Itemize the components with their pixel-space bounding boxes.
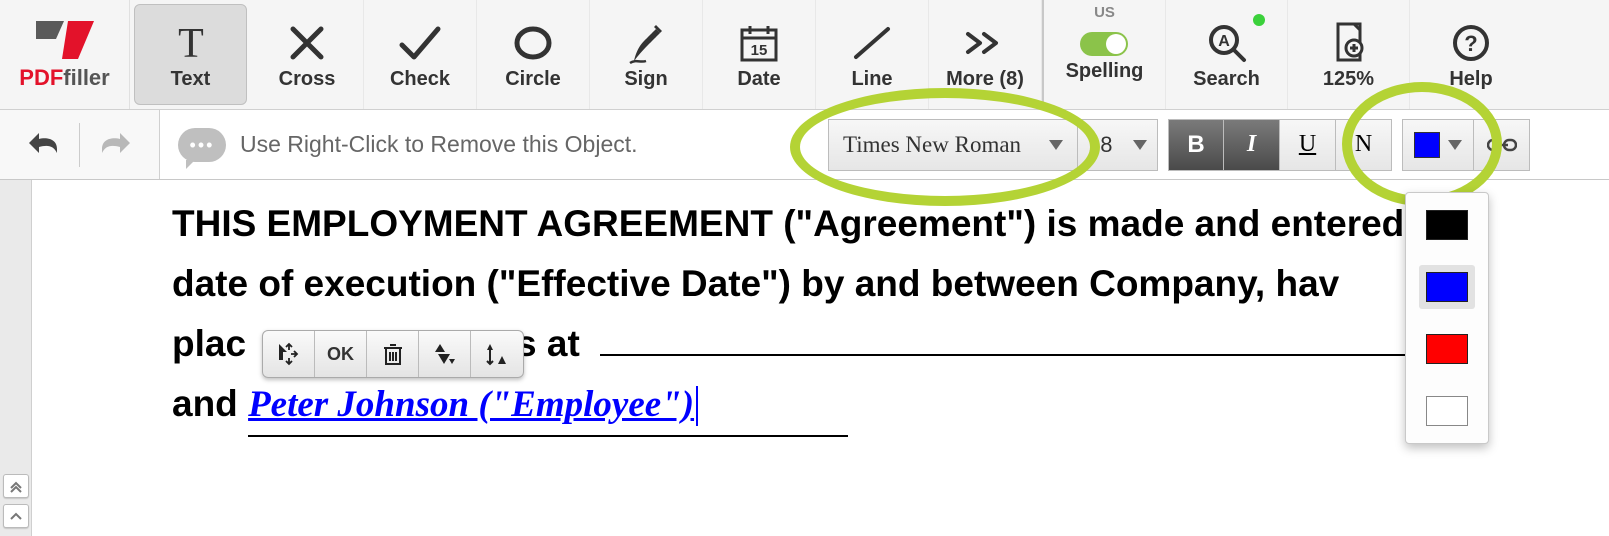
font-family-select[interactable]: Times New Roman: [828, 119, 1078, 171]
svg-text:15: 15: [751, 42, 768, 59]
main-toolbar: PDFfiller T Text Cross Check Circle Sign: [0, 0, 1609, 110]
style-group: B I U N: [1168, 110, 1392, 179]
employee-field-text: Peter Johnson ("Employee"): [248, 384, 694, 425]
tool-cross[interactable]: Cross: [251, 0, 364, 109]
hint-message: ••• Use Right-Click to Remove this Objec…: [160, 128, 820, 162]
font-size-select[interactable]: 18: [1078, 119, 1158, 171]
font-size-value: 18: [1088, 132, 1112, 158]
color-option-black[interactable]: [1419, 203, 1475, 247]
notification-dot-icon: [1253, 14, 1265, 26]
bold-button[interactable]: B: [1168, 119, 1224, 171]
decrease-size-icon: [484, 342, 510, 366]
color-picker-popup: [1405, 192, 1489, 444]
tool-zoom[interactable]: 125%: [1288, 0, 1410, 109]
tool-more-label: More (8): [946, 68, 1024, 91]
tool-help-label: Help: [1449, 68, 1492, 91]
move-arrows-icon: [277, 342, 301, 366]
text-color-button[interactable]: [1402, 119, 1474, 171]
tool-more[interactable]: More (8): [929, 0, 1042, 109]
separator: [79, 123, 80, 167]
tool-text[interactable]: T Text: [134, 4, 247, 105]
redo-button[interactable]: [98, 131, 132, 159]
date-icon: 15: [738, 18, 780, 68]
format-toolbar: ••• Use Right-Click to Remove this Objec…: [0, 110, 1609, 180]
more-icon: [962, 18, 1008, 68]
ok-button[interactable]: OK: [315, 331, 367, 377]
tool-date-label: Date: [737, 68, 780, 91]
text-cursor-icon: [696, 386, 698, 426]
color-option-white[interactable]: [1419, 389, 1475, 433]
undo-redo-group: [0, 110, 160, 179]
svg-text:?: ?: [1464, 31, 1477, 56]
tool-spelling[interactable]: US Spelling: [1044, 0, 1166, 109]
doc-line-4: and Peter Johnson ("Employee"): [172, 374, 1609, 437]
link-button[interactable]: [1474, 119, 1530, 171]
move-handle-button[interactable]: [263, 331, 315, 377]
tool-text-label: Text: [171, 68, 211, 91]
underline-button[interactable]: U: [1280, 119, 1336, 171]
dropdown-icon: [1448, 140, 1462, 150]
color-option-red[interactable]: [1419, 327, 1475, 371]
tool-circle[interactable]: Circle: [477, 0, 590, 109]
tool-zoom-label: 125%: [1323, 68, 1374, 91]
toggle-icon: [1080, 26, 1128, 60]
object-edit-toolbar: OK: [262, 330, 524, 378]
trash-icon: [382, 342, 404, 366]
dropdown-icon: [1049, 140, 1063, 150]
tool-search[interactable]: A Search: [1166, 0, 1288, 109]
font-family-value: Times New Roman: [843, 132, 1021, 158]
svg-text:T: T: [178, 21, 204, 65]
tool-line[interactable]: Line: [816, 0, 929, 109]
tool-cross-label: Cross: [279, 68, 336, 91]
tool-circle-label: Circle: [505, 68, 561, 91]
doc-line-1: THIS EMPLOYMENT AGREEMENT ("Agreement") …: [172, 194, 1609, 254]
spelling-lang-tag: US: [1094, 4, 1115, 21]
tool-date[interactable]: 15 Date: [703, 0, 816, 109]
left-margin: [32, 180, 172, 536]
decrease-size-button[interactable]: [471, 331, 523, 377]
italic-button[interactable]: I: [1224, 119, 1280, 171]
color-link-group: [1402, 110, 1530, 179]
employee-field[interactable]: Peter Johnson ("Employee"): [248, 374, 848, 437]
tool-help[interactable]: ? Help: [1410, 0, 1532, 109]
tool-line-label: Line: [851, 68, 892, 91]
blank-field-1[interactable]: [600, 350, 1420, 356]
tool-sign[interactable]: Sign: [590, 0, 703, 109]
font-group: Times New Roman 18: [828, 110, 1158, 179]
line-icon: [850, 18, 894, 68]
zoom-icon: [1328, 18, 1370, 68]
logo-mark-icon: [34, 19, 96, 61]
tool-check-label: Check: [390, 68, 450, 91]
normal-style-button[interactable]: N: [1336, 119, 1392, 171]
help-icon: ?: [1451, 18, 1491, 68]
circle-icon: [513, 18, 553, 68]
check-icon: [398, 18, 442, 68]
scroll-top-button[interactable]: [3, 474, 29, 498]
hint-text: Use Right-Click to Remove this Object.: [240, 131, 638, 158]
app-logo: PDFfiller: [0, 0, 130, 109]
svg-text:A: A: [1218, 33, 1230, 50]
color-swatch-icon: [1414, 132, 1440, 158]
tool-spelling-label: Spelling: [1066, 60, 1144, 83]
increase-size-icon: [432, 342, 458, 366]
document-area: THIS EMPLOYMENT AGREEMENT ("Agreement") …: [0, 180, 1609, 536]
undo-button[interactable]: [27, 131, 61, 159]
dropdown-icon: [1133, 140, 1147, 150]
doc-line-2: date of execution ("Effective Date") by …: [172, 254, 1609, 314]
scroll-up-button[interactable]: [3, 504, 29, 528]
delete-button[interactable]: [367, 331, 419, 377]
color-option-blue[interactable]: [1419, 265, 1475, 309]
link-icon: [1487, 135, 1517, 155]
tool-check[interactable]: Check: [364, 0, 477, 109]
text-icon: T: [169, 18, 213, 68]
search-icon: A: [1206, 18, 1248, 68]
vertical-scroll-nav: [0, 180, 32, 536]
tool-search-label: Search: [1193, 68, 1260, 91]
chat-bubble-icon: •••: [178, 128, 226, 162]
cross-icon: [287, 18, 327, 68]
logo-text: PDFfiller: [19, 65, 109, 91]
increase-size-button[interactable]: [419, 331, 471, 377]
tool-sign-label: Sign: [624, 68, 667, 91]
sign-icon: [626, 18, 666, 68]
